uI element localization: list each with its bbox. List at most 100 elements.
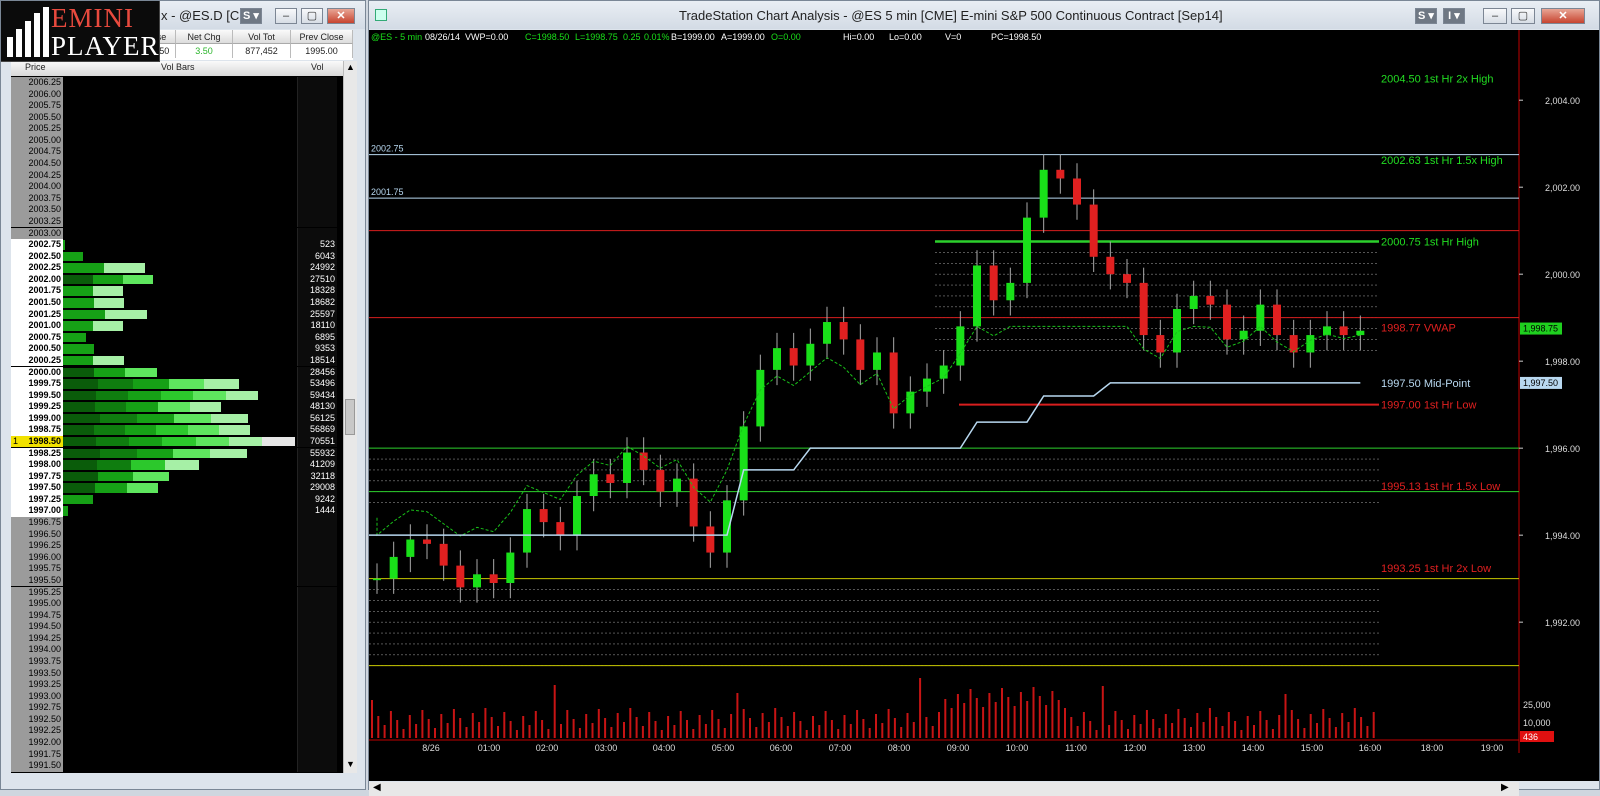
ladder-row[interactable]: 1992.25: [11, 725, 337, 737]
ladder-row[interactable]: 2004.75: [11, 146, 337, 158]
ladder-price: 2001.25: [11, 308, 63, 321]
ladder-row[interactable]: 2005.00: [11, 134, 337, 147]
ladder-row[interactable]: 2005.50: [11, 111, 337, 124]
ladder-row[interactable]: 2005.25: [11, 123, 337, 135]
ladder-scrollbar[interactable]: ▲ ▼: [343, 61, 357, 773]
ladder-row[interactable]: 2002.75 523: [11, 239, 337, 251]
volume-bar: [1089, 721, 1092, 738]
ladder-price: 1997.50: [11, 482, 63, 494]
close-button[interactable]: ✕: [327, 8, 355, 24]
minimize-button[interactable]: –: [275, 8, 297, 24]
chart-symbol-link-button[interactable]: S ▾: [1415, 8, 1437, 24]
ladder-row[interactable]: 2002.50 6043: [11, 250, 337, 263]
chart-minimize-button[interactable]: –: [1483, 8, 1507, 24]
ladder-row[interactable]: 2000.25 18514: [11, 354, 337, 367]
ladder-row[interactable]: 1993.75: [11, 656, 337, 668]
ladder-row[interactable]: 1995.75: [11, 563, 337, 575]
symbol-link-button[interactable]: S ▾: [240, 8, 262, 24]
ladder-row[interactable]: 1997.25 9242: [11, 493, 337, 506]
chart-options-button[interactable]: I ▾: [1443, 8, 1465, 24]
ladder-row[interactable]: 1993.00: [11, 690, 337, 703]
volume-bar: [591, 723, 594, 738]
ladder-row[interactable]: 1994.50: [11, 621, 337, 633]
ladder-price: 2004.50: [11, 158, 63, 170]
quote-header-netchg[interactable]: Net Chg: [176, 30, 233, 44]
ladder-row[interactable]: 1994.00: [11, 644, 337, 656]
ladder-row[interactable]: 1996.75: [11, 517, 337, 529]
volume-bar: [1372, 712, 1375, 738]
ladder-header-vol[interactable]: Vol: [311, 62, 324, 72]
ladder-header-price[interactable]: Price: [25, 62, 46, 72]
ladder-row[interactable]: 1994.75: [11, 609, 337, 622]
ladder-row[interactable]: 1995.25: [11, 586, 337, 599]
ladder-row[interactable]: 1998.25 55932: [11, 447, 337, 460]
price-chart[interactable]: @ES - 5 min 08/26/14 VWP=0.00 C=1998.50 …: [369, 30, 1599, 796]
ladder-row[interactable]: 1998.50 1 70551: [11, 435, 337, 448]
ladder-row[interactable]: 1999.50 59434: [11, 389, 337, 402]
ladder-row[interactable]: 1994.25: [11, 632, 337, 645]
candle-body: [823, 322, 831, 344]
time-tick-label: 13:00: [1183, 743, 1206, 753]
chart-close-button[interactable]: ✕: [1541, 8, 1585, 24]
ladder-price: 1992.75: [11, 702, 63, 714]
ladder-row[interactable]: 1998.00 41209: [11, 459, 337, 471]
scroll-left-icon[interactable]: ◀: [373, 782, 381, 793]
ladder-row[interactable]: 1996.50: [11, 528, 337, 541]
ladder-row[interactable]: 2003.50: [11, 204, 337, 216]
ladder-row[interactable]: 2004.00: [11, 181, 337, 193]
ladder-row[interactable]: 1992.50: [11, 713, 337, 726]
ladder-row[interactable]: 1996.25: [11, 540, 337, 552]
ladder-row[interactable]: 2000.00 28456: [11, 366, 337, 378]
ladder-row[interactable]: 1993.50: [11, 667, 337, 680]
scroll-up-icon[interactable]: ▲: [346, 62, 355, 72]
volume-bar: [824, 711, 827, 738]
ladder-row[interactable]: 2000.50 9353: [11, 343, 337, 355]
ladder-row[interactable]: 2002.00 27510: [11, 273, 337, 286]
scroll-down-icon[interactable]: ▼: [346, 759, 355, 769]
ladder-row[interactable]: 2002.25 24992: [11, 262, 337, 274]
time-tick-label: 01:00: [478, 743, 501, 753]
chart-titlebar[interactable]: TradeStation Chart Analysis - @ES 5 min …: [369, 1, 1599, 29]
ladder-row[interactable]: 1999.00 56125: [11, 412, 337, 425]
ladder-row[interactable]: 1997.50 29008: [11, 482, 337, 494]
ladder-row[interactable]: 2005.75: [11, 100, 337, 112]
ladder-row[interactable]: 1991.50: [11, 760, 337, 772]
ladder-row[interactable]: 1991.75: [11, 748, 337, 761]
ladder-row[interactable]: 2001.25 25597: [11, 308, 337, 321]
ladder-row[interactable]: 1993.25: [11, 679, 337, 691]
ladder-row[interactable]: 1999.25 48130: [11, 401, 337, 413]
ladder-row[interactable]: 1999.75 53496: [11, 378, 337, 390]
maximize-button[interactable]: ▢: [301, 8, 323, 24]
ladder-row[interactable]: 1998.75 56869: [11, 424, 337, 436]
ladder-row[interactable]: 1992.00: [11, 737, 337, 749]
ladder-price: 2000.75: [11, 331, 63, 344]
ladder-row[interactable]: 2001.50 18682: [11, 297, 337, 309]
ladder-row[interactable]: 2001.00 18110: [11, 320, 337, 332]
volume-bar: [736, 693, 739, 738]
ladder-row[interactable]: 2001.75 18328: [11, 285, 337, 297]
ladder-row[interactable]: 2000.75 6895: [11, 331, 337, 344]
ladder-row[interactable]: 2003.75: [11, 192, 337, 205]
ladder-row[interactable]: 2006.25: [11, 77, 337, 89]
ladder-row[interactable]: 1997.75 32118: [11, 470, 337, 483]
ladder-row[interactable]: 2004.50: [11, 158, 337, 170]
volume-bar: [63, 425, 250, 435]
chart-maximize-button[interactable]: ▢: [1511, 8, 1535, 24]
quote-header-voltot[interactable]: Vol Tot: [233, 30, 291, 44]
chart-horizontal-scrollbar[interactable]: ◀ ▶: [369, 782, 1519, 796]
scroll-right-icon[interactable]: ▶: [1501, 782, 1509, 793]
ladder-row[interactable]: 2004.25: [11, 169, 337, 182]
ladder-row[interactable]: 1992.75: [11, 702, 337, 714]
volume-bar: [623, 722, 625, 738]
ladder-row[interactable]: 1997.00 1444: [11, 505, 337, 517]
ladder-row[interactable]: 1996.00: [11, 551, 337, 564]
ladder-row[interactable]: 1995.50: [11, 574, 337, 587]
ladder-row[interactable]: 2003.25: [11, 215, 337, 228]
ladder-row[interactable]: 1995.00: [11, 598, 337, 610]
ladder-header-volbars[interactable]: Vol Bars: [161, 62, 195, 72]
ladder-row[interactable]: 2006.00: [11, 88, 337, 101]
ladder-row[interactable]: 2003.00: [11, 227, 337, 240]
quote-header-prevclose[interactable]: Prev Close: [291, 30, 353, 44]
scrollbar-thumb[interactable]: [345, 399, 355, 435]
chart-canvas[interactable]: @ES - 5 min 08/26/14 VWP=0.00 C=1998.50 …: [369, 30, 1599, 753]
